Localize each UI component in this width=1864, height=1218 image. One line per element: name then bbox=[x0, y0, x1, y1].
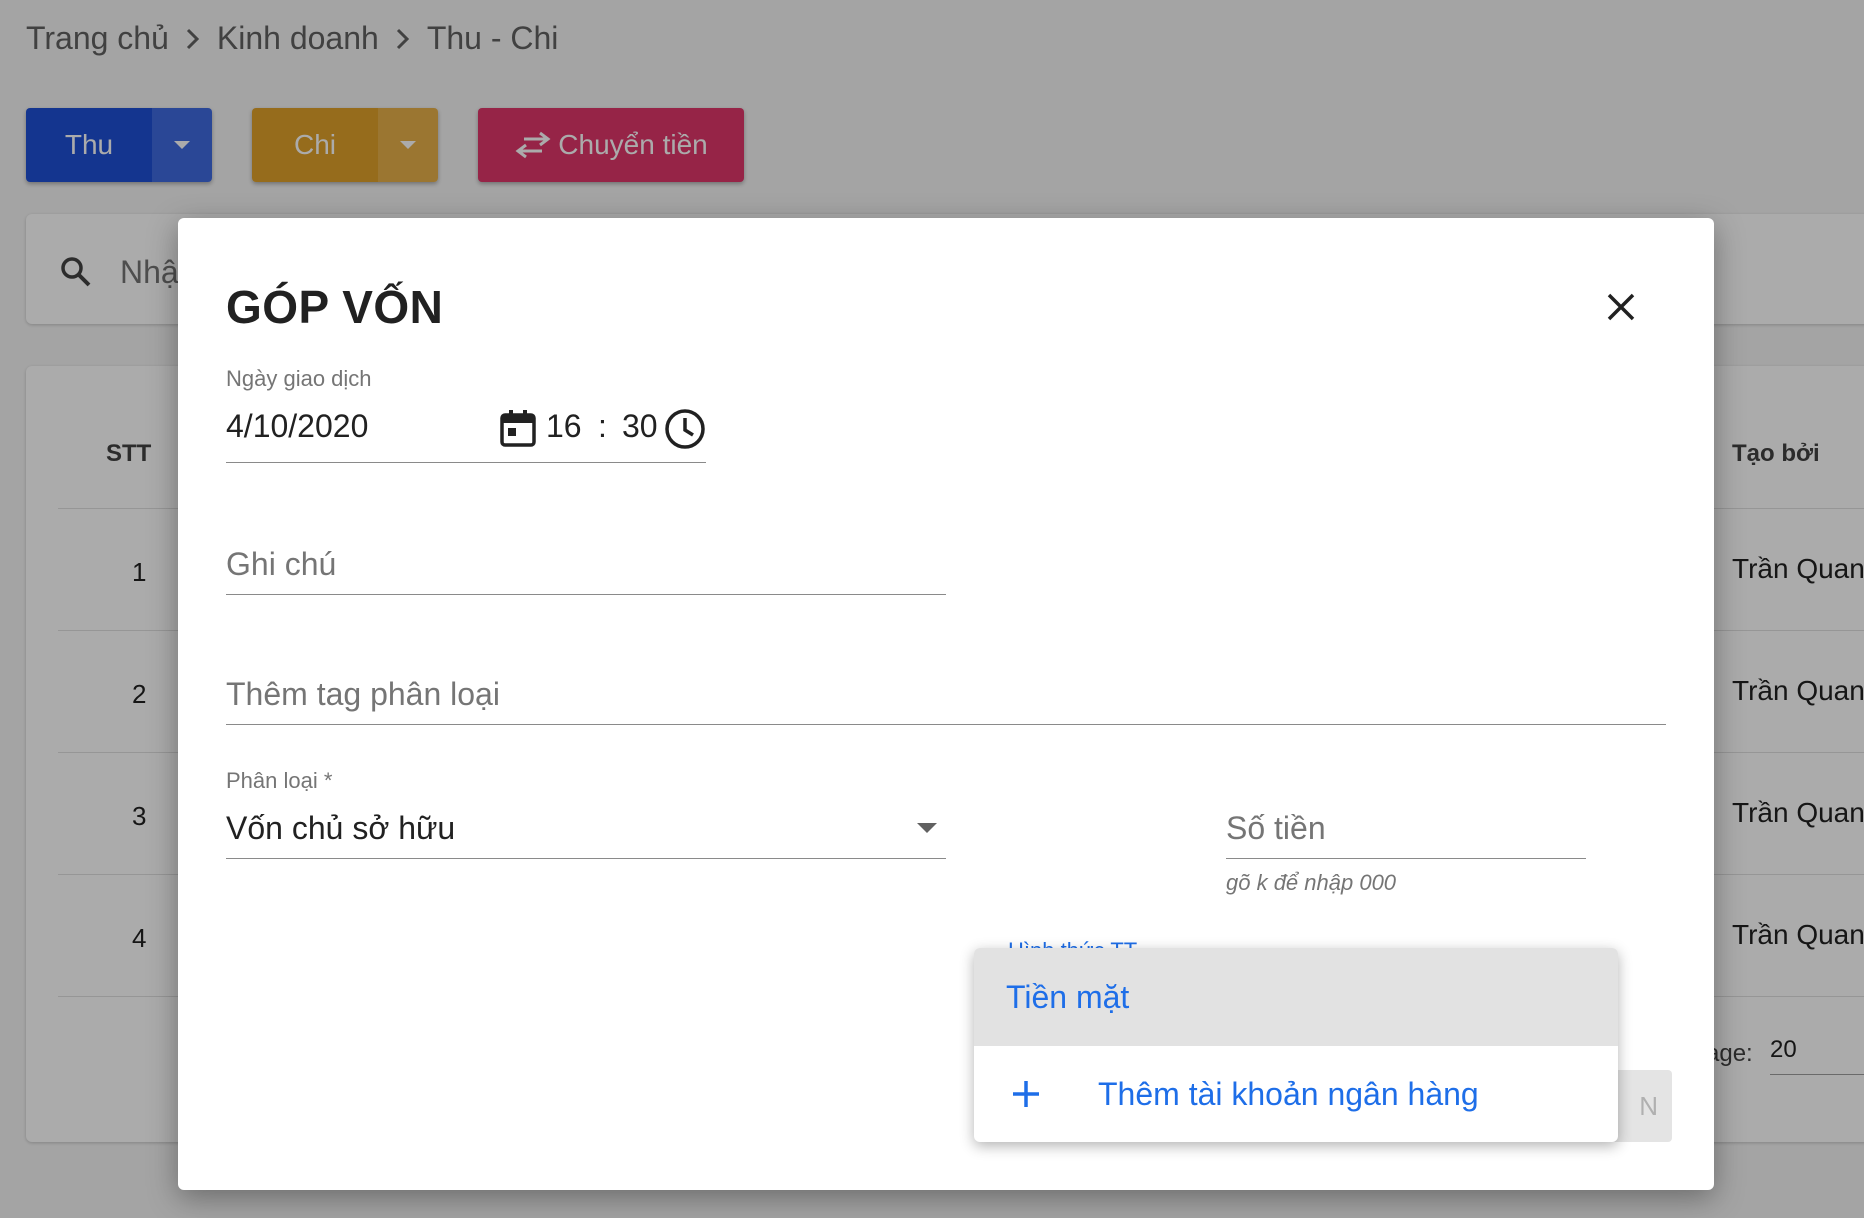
category-label: Phân loại * bbox=[226, 768, 333, 793]
tag-input[interactable]: Thêm tag phân loại bbox=[226, 676, 500, 713]
menu-item-label: Thêm tài khoản ngân hàng bbox=[1098, 1075, 1479, 1112]
minute-input[interactable]: 30 bbox=[622, 408, 658, 445]
date-input[interactable]: 4/10/2020 bbox=[226, 408, 368, 445]
payment-method-menu: Tiền mặt Thêm tài khoản ngân hàng bbox=[974, 948, 1618, 1142]
menu-item-add-bank-account[interactable]: Thêm tài khoản ngân hàng bbox=[974, 1046, 1618, 1142]
amount-field[interactable]: Số tiền bbox=[1226, 798, 1586, 859]
category-value: Vốn chủ sở hữu bbox=[226, 810, 456, 846]
close-icon bbox=[1607, 293, 1635, 321]
close-button[interactable] bbox=[1606, 292, 1636, 327]
amount-input[interactable]: Số tiền bbox=[1226, 810, 1326, 847]
menu-item-label: Tiền mặt bbox=[1006, 978, 1130, 1015]
datetime-field: 4/10/2020 16 : 30 bbox=[226, 398, 706, 463]
hour-input[interactable]: 16 bbox=[546, 408, 582, 445]
amount-hint: gõ k để nhập 000 bbox=[1226, 870, 1397, 895]
date-label: Ngày giao dịch bbox=[226, 366, 372, 391]
plus-icon bbox=[1010, 1078, 1074, 1110]
caret-down-icon bbox=[917, 823, 937, 833]
menu-item-cash[interactable]: Tiền mặt bbox=[974, 948, 1618, 1046]
clock-icon[interactable] bbox=[664, 408, 706, 450]
dialog-title: GÓP VỐN bbox=[226, 281, 444, 333]
category-select[interactable]: Vốn chủ sở hữu bbox=[226, 798, 946, 859]
tag-field[interactable]: Thêm tag phân loại bbox=[226, 664, 1666, 725]
note-field[interactable]: Ghi chú bbox=[226, 534, 946, 595]
time-separator: : bbox=[598, 408, 607, 444]
calendar-icon[interactable] bbox=[498, 408, 538, 448]
note-input[interactable]: Ghi chú bbox=[226, 546, 336, 583]
